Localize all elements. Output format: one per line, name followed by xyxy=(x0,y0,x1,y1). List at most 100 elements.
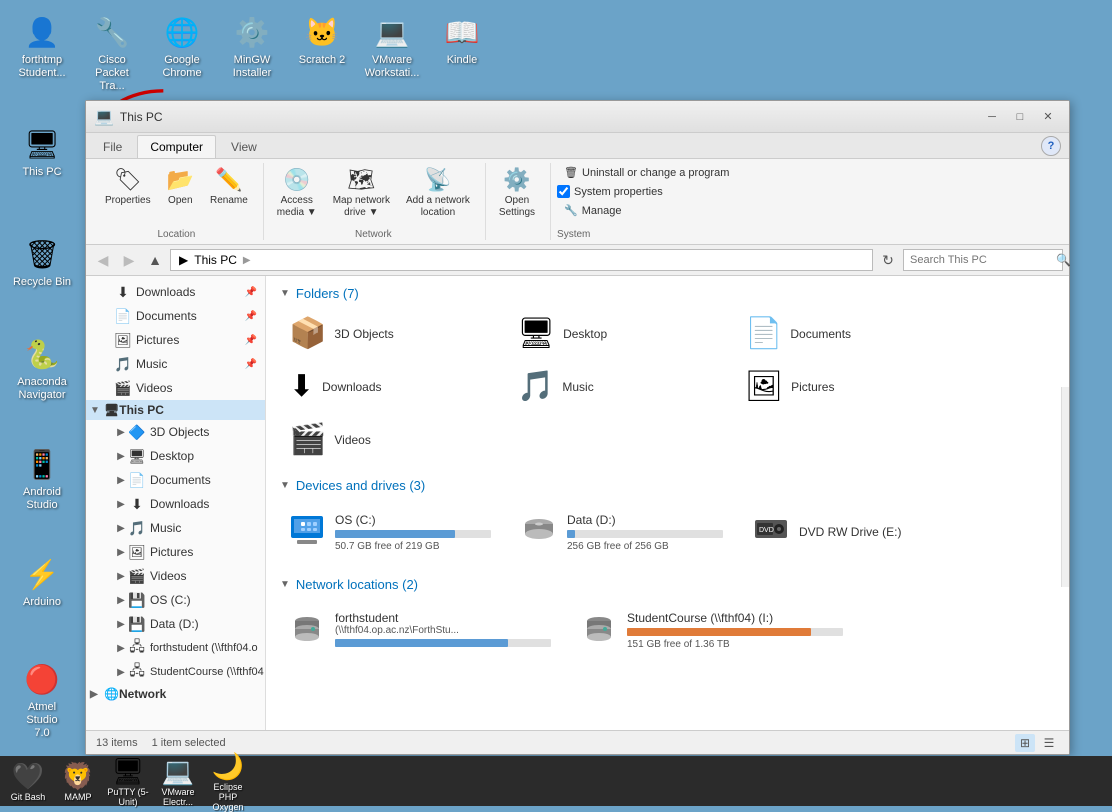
map-drive-button[interactable]: 🗺 Map networkdrive ▼ xyxy=(326,163,397,223)
expand-arrow: ▶ xyxy=(114,547,128,558)
manage-button[interactable]: 🔧 Manage xyxy=(557,201,628,220)
sidebar-item-downloads-quick[interactable]: ⬇ Downloads 📌 xyxy=(86,280,265,304)
taskbar-icon-img-vmware2: 💻 xyxy=(162,756,194,787)
sidebar-network-header[interactable]: ▶ 🌐 Network xyxy=(86,684,265,704)
minimize-button[interactable]: ─ xyxy=(979,107,1005,127)
tab-view[interactable]: View xyxy=(218,135,270,158)
forthstudent-bar-container xyxy=(335,639,551,647)
desktop-icon-anaconda[interactable]: 🐍AnacondaNavigator xyxy=(8,330,76,406)
taskbar-icon-mamp[interactable]: 🦁MAMP xyxy=(56,760,100,802)
ribbon: File Computer View ? 🏷 Properties 📂 Open xyxy=(86,133,1069,245)
folder-music-icon: 🎵 xyxy=(517,369,554,404)
address-path[interactable]: ▶ This PC ▶ xyxy=(170,249,873,271)
folder-documents[interactable]: 📄 Documents xyxy=(736,311,956,356)
sys-properties-checkbox[interactable] xyxy=(557,185,570,198)
forward-button[interactable]: ▶ xyxy=(118,249,140,271)
expand-arrow: ▶ xyxy=(114,427,128,438)
sidebar-item-music[interactable]: ▶ 🎵 Music xyxy=(86,516,265,540)
tile-view-button[interactable]: ⊞ xyxy=(1015,734,1035,752)
folders-grid: 📦 3D Objects 🖥 Desktop 📄 Documents ⬇ Dow… xyxy=(280,311,1055,462)
desktop-icon-chrome[interactable]: 🌐GoogleChrome xyxy=(148,8,216,84)
add-location-button[interactable]: 📡 Add a networklocation xyxy=(399,163,477,223)
ribbon-content: 🏷 Properties 📂 Open ✏️ Rename Location xyxy=(86,159,1069,244)
folders-section-title: Folders (7) xyxy=(296,286,359,301)
sidebar-item-datad[interactable]: ▶ 💾 Data (D:) xyxy=(86,612,265,636)
uninstall-button[interactable]: 🗑 Uninstall or change a program xyxy=(557,163,736,182)
desktop-icon-atmel[interactable]: 🔴Atmel Studio7.0 xyxy=(8,655,76,745)
sidebar-item-forthstudent[interactable]: ▶ 🖧 forthstudent (\\fthf04.o xyxy=(86,636,265,660)
sidebar-item-osc[interactable]: ▶ 💾 OS (C:) xyxy=(86,588,265,612)
settings-icon: ⚙️ xyxy=(503,167,530,193)
taskbar-icon-vmware2[interactable]: 💻VMware Electr... xyxy=(156,760,200,802)
network-forthstudent[interactable]: forthstudent (\\fthf04.op.ac.nz\ForthStu… xyxy=(280,602,560,659)
properties-button[interactable]: 🏷 Properties xyxy=(98,163,158,210)
taskbar-icon-gitbash[interactable]: 🖤Git Bash xyxy=(6,760,50,802)
folder-videos[interactable]: 🎬 Videos xyxy=(280,417,500,462)
maximize-button[interactable]: □ xyxy=(1007,107,1033,127)
sidebar-thispc-header[interactable]: ▼ 🖥 This PC xyxy=(86,400,265,420)
sys-properties-check[interactable]: System properties xyxy=(557,185,663,198)
selected-count: 1 item selected xyxy=(152,737,226,749)
expand-arrow: ▼ xyxy=(90,405,104,416)
sidebar-item-downloads[interactable]: ▶ ⬇ Downloads xyxy=(86,492,265,516)
sidebar-item-music-quick[interactable]: 🎵 Music 📌 xyxy=(86,352,265,376)
sidebar-item-desktop[interactable]: ▶ 🖥 Desktop xyxy=(86,444,265,468)
sidebar-item-documents-quick[interactable]: 📄 Documents 📌 xyxy=(86,304,265,328)
folder-downloads[interactable]: ⬇ Downloads xyxy=(280,364,500,409)
help-button[interactable]: ? xyxy=(1041,136,1061,156)
section-collapse-arrow: ▼ xyxy=(280,288,290,299)
folders-section-header[interactable]: ▼ Folders (7) xyxy=(280,286,1055,301)
desktop-icon-kindle[interactable]: 📖Kindle xyxy=(428,8,496,71)
sidebar: ⬇ Downloads 📌 📄 Documents 📌 🖼 Pictures 📌… xyxy=(86,276,266,730)
folder-pictures[interactable]: 🖼 Pictures xyxy=(736,364,956,409)
icon-image-chrome: 🌐 xyxy=(162,12,202,52)
tab-computer[interactable]: Computer xyxy=(137,135,216,158)
folder-desktop[interactable]: 🖥 Desktop xyxy=(508,311,728,356)
desktop-icon-thispc[interactable]: 🖥This PC xyxy=(8,120,76,183)
open-settings-button[interactable]: ⚙️ OpenSettings xyxy=(492,163,542,223)
folder-music[interactable]: 🎵 Music xyxy=(508,364,728,409)
drive-osc[interactable]: OS (C:) 50.7 GB free of 219 GB xyxy=(280,503,500,561)
videos-icon: 🎬 xyxy=(114,379,132,397)
taskbar-icon-putty[interactable]: 🖥PuTTY (5-Unit) xyxy=(106,760,150,802)
folder-3dobjects[interactable]: 📦 3D Objects xyxy=(280,311,500,356)
sidebar-item-studentcourse[interactable]: ▶ 🖧 StudentCourse (\\fthf04 xyxy=(86,660,265,684)
expand-arrow: ▶ xyxy=(114,667,128,678)
list-view-button[interactable]: ☰ xyxy=(1039,734,1059,752)
desktop-icon-arduino[interactable]: ⚡Arduino xyxy=(8,550,76,613)
sidebar-item-videos-quick[interactable]: 🎬 Videos xyxy=(86,376,265,400)
sidebar-item-documents[interactable]: ▶ 📄 Documents xyxy=(86,468,265,492)
desktop-icon-scratch[interactable]: 🐱Scratch 2 xyxy=(288,8,356,71)
expand-arrow: ▶ xyxy=(114,595,128,606)
open-icon: 📂 xyxy=(167,167,194,193)
sidebar-item-videos[interactable]: ▶ 🎬 Videos xyxy=(86,564,265,588)
back-button[interactable]: ◀ xyxy=(92,249,114,271)
up-button[interactable]: ▲ xyxy=(144,249,166,271)
desktop-icon-android[interactable]: 📱AndroidStudio xyxy=(8,440,76,516)
sidebar-item-pictures[interactable]: ▶ 🖼 Pictures xyxy=(86,540,265,564)
tab-file[interactable]: File xyxy=(90,135,135,158)
open-button[interactable]: 📂 Open xyxy=(160,163,201,210)
sidebar-item-3dobjects[interactable]: ▶ 🔷 3D Objects xyxy=(86,420,265,444)
taskbar-icon-eclipse[interactable]: 🌙Eclipse PHP Oxygen xyxy=(206,760,250,802)
downloads-icon: ⬇ xyxy=(128,495,146,513)
drive-osc-bar xyxy=(335,530,455,538)
drive-datad[interactable]: Data (D:) 256 GB free of 256 GB xyxy=(512,503,732,561)
desktop-icon-recycle[interactable]: 🗑Recycle Bin xyxy=(8,230,76,293)
desktop-icon-mingw[interactable]: ⚙️MinGWInstaller xyxy=(218,8,286,84)
drive-dvd[interactable]: DVD DVD RW Drive (E:) xyxy=(744,503,964,561)
desktop-icon-forthtmp[interactable]: 👤forthtmpStudent... xyxy=(8,8,76,84)
refresh-button[interactable]: ↻ xyxy=(877,249,899,271)
rename-button[interactable]: ✏️ Rename xyxy=(203,163,255,210)
sidebar-item-pictures-quick[interactable]: 🖼 Pictures 📌 xyxy=(86,328,265,352)
network-section-header[interactable]: ▼ Network locations (2) xyxy=(280,577,1055,592)
system-group-label: System xyxy=(557,227,590,240)
desktop-icon-vmware[interactable]: 💻VMwareWorkstati... xyxy=(358,8,426,84)
search-input[interactable] xyxy=(910,254,1052,266)
expand-arrow: ▶ xyxy=(90,689,104,700)
search-box: 🔍 xyxy=(903,249,1063,271)
access-media-button[interactable]: 💿 Accessmedia ▼ xyxy=(270,163,324,223)
network-studentcourse[interactable]: StudentCourse (\\fthf04) (I:) 151 GB fre… xyxy=(572,602,852,659)
close-button[interactable]: ✕ xyxy=(1035,107,1061,127)
drives-section-header[interactable]: ▼ Devices and drives (3) xyxy=(280,478,1055,493)
